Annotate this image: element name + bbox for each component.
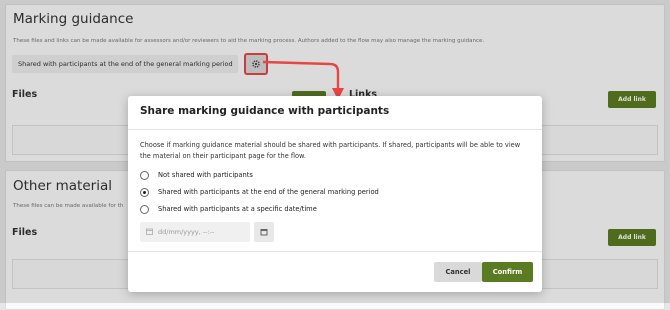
date-placeholder: dd/mm/yyyy, --:-- xyxy=(158,228,215,236)
option-specific-date-label: Shared with participants at a specific d… xyxy=(158,205,317,213)
option-end-of-marking-label: Shared with participants at the end of t… xyxy=(158,188,379,196)
radio-specific-date[interactable] xyxy=(140,204,149,214)
radio-not-shared[interactable] xyxy=(140,170,149,180)
option-not-shared-label: Not shared with participants xyxy=(158,171,253,179)
share-guidance-dialog: Share marking guidance with participants… xyxy=(128,96,542,292)
calendar-icon xyxy=(146,228,158,237)
confirm-button[interactable]: Confirm xyxy=(482,262,533,282)
dialog-title: Share marking guidance with participants xyxy=(140,105,390,117)
date-time-input[interactable]: dd/mm/yyyy, --:-- xyxy=(140,222,250,242)
option-end-of-marking[interactable]: Shared with participants at the end of t… xyxy=(140,186,379,198)
option-specific-date[interactable]: Shared with participants at a specific d… xyxy=(140,203,317,215)
dialog-header: Share marking guidance with participants xyxy=(128,96,542,130)
radio-end-of-marking[interactable] xyxy=(140,187,149,197)
dialog-footer: Cancel Confirm xyxy=(128,251,542,292)
calendar-picker-button[interactable] xyxy=(254,222,274,242)
cancel-button[interactable]: Cancel xyxy=(434,262,482,282)
option-not-shared[interactable]: Not shared with participants xyxy=(140,169,253,181)
dialog-description: Choose if marking guidance material shou… xyxy=(140,141,521,160)
